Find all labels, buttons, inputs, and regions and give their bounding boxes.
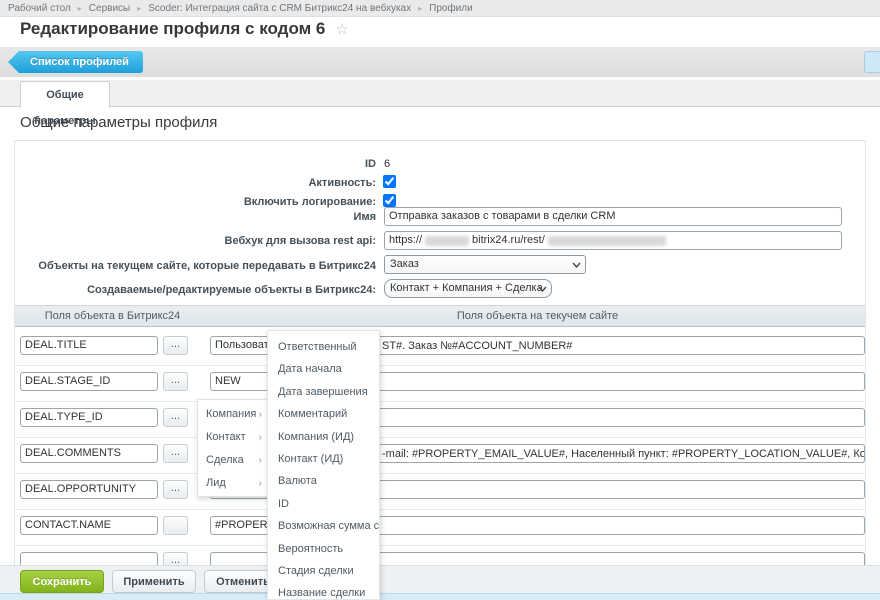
bottom-strip — [0, 593, 880, 600]
back-to-profile-list-button[interactable]: Список профилей — [8, 51, 143, 73]
activity-checkbox[interactable] — [383, 175, 396, 188]
menu-item-contact[interactable]: Контакт › — [198, 426, 267, 449]
chevron-down-icon — [538, 286, 547, 292]
menu-item-start-date[interactable]: Дата начала — [268, 358, 379, 380]
breadcrumb-item-module[interactable]: Scoder: Интеграция сайта с CRM Битрикс24… — [148, 3, 411, 14]
menu-item-label: Сделка — [206, 454, 244, 466]
menu-item-comment[interactable]: Комментарий — [268, 403, 379, 425]
field-picker-button[interactable] — [163, 516, 188, 535]
save-button[interactable]: Сохранить — [20, 570, 104, 593]
id-label: ID — [16, 158, 376, 170]
breadcrumb-separator-icon: ▸ — [78, 4, 82, 13]
favorite-star-icon[interactable]: ☆ — [335, 20, 348, 38]
logging-checkbox[interactable] — [383, 194, 396, 207]
mapping-table-header: Поля объекта в Битрикс24 Поля объекта на… — [15, 305, 865, 327]
action-bar: Сохранить Применить Отменить — [0, 565, 880, 593]
menu-item-opportunity[interactable]: Возможная сумма сделки — [268, 515, 379, 537]
menu-item-stage[interactable]: Стадия сделки — [268, 560, 379, 582]
field-picker-button[interactable]: ... — [163, 444, 188, 463]
b24-objects-select[interactable]: Контакт + Компания + Сделка — [384, 279, 552, 298]
submenu-arrow-icon: › — [259, 403, 262, 426]
b24-field-input[interactable]: DEAL.TITLE — [20, 336, 158, 355]
table-row: DEAL.TYPE_ID ... — [15, 402, 865, 438]
menu-item-responsible[interactable]: Ответственный — [268, 336, 379, 358]
breadcrumb-item-profiles[interactable]: Профили — [429, 3, 473, 14]
menu-item-label: Лид — [206, 477, 226, 489]
submenu-arrow-icon: › — [259, 449, 262, 472]
breadcrumb-item-services[interactable]: Сервисы — [89, 3, 130, 14]
name-input[interactable]: Отправка заказов с товарами в сделки CRM — [384, 207, 842, 226]
name-label: Имя — [16, 211, 376, 223]
menu-item-label: Контакт — [206, 431, 246, 443]
menu-item-end-date[interactable]: Дата завершения — [268, 381, 379, 403]
table-row: DEAL.COMMENTS ... -mail: #PROPERTY_EMAIL… — [15, 438, 865, 474]
column-header-b24-fields: Поля объекта в Битрикс24 — [15, 306, 210, 326]
b24-objects-selected-value: Контакт + Компания + Сделка — [390, 282, 543, 294]
redacted-segment — [425, 236, 469, 246]
b24-field-input[interactable]: DEAL.TYPE_ID — [20, 408, 158, 427]
b24-objects-label: Создаваемые/редактируемые объекты в Битр… — [16, 284, 376, 296]
menu-item-company-id[interactable]: Компания (ИД) — [268, 426, 379, 448]
table-row: DEAL.OPPORTUNITY ... — [15, 474, 865, 510]
breadcrumb-separator-icon: ▸ — [137, 4, 141, 13]
submenu-arrow-icon: › — [259, 472, 262, 495]
b24-field-input[interactable]: DEAL.STAGE_ID — [20, 372, 158, 391]
menu-item-lead[interactable]: Лид › — [198, 472, 267, 495]
chevron-down-icon — [572, 262, 581, 268]
menu-item-id[interactable]: ID — [268, 493, 379, 515]
menu-item-label: Компания — [206, 408, 256, 420]
site-field-value: NEW — [215, 373, 241, 390]
webhook-url-part: bitrix24.ru/rest/ — [472, 232, 545, 249]
menu-item-deal-title[interactable]: Название сделки — [268, 582, 379, 600]
field-picker-button[interactable]: ... — [163, 480, 188, 499]
breadcrumb-item-desktop[interactable]: Рабочий стол — [8, 3, 71, 14]
table-row: DEAL.TITLE ... Пользователь ST#. Заказ №… — [15, 330, 865, 366]
site-field-value-tail: ST#. Заказ №#ACCOUNT_NUMBER# — [382, 338, 572, 355]
field-picker-button[interactable]: ... — [163, 336, 188, 355]
b24-field-input[interactable]: DEAL.OPPORTUNITY — [20, 480, 158, 499]
site-field-value-tail: -mail: #PROPERTY_EMAIL_VALUE#, Населенны… — [382, 446, 865, 463]
menu-item-company[interactable]: Компания › — [198, 403, 267, 426]
menu-item-contact-id[interactable]: Контакт (ИД) — [268, 448, 379, 470]
breadcrumb: Рабочий стол ▸ Сервисы ▸ Scoder: Интегра… — [0, 0, 880, 17]
tab-general-params[interactable]: Общие параметры — [20, 81, 110, 108]
column-header-site-fields: Поля объекта на текучем сайте — [210, 306, 865, 326]
table-row: DEAL.STAGE_ID ... NEW — [15, 366, 865, 402]
activity-label: Активность: — [16, 177, 376, 189]
page-title: Редактирование профиля с кодом 6 — [20, 19, 325, 39]
menu-item-currency[interactable]: Валюта — [268, 470, 379, 492]
webhook-label: Вебхук для вызова rest api: — [16, 235, 376, 247]
apply-button[interactable]: Применить — [112, 570, 196, 593]
b24-field-input[interactable]: CONTACT.NAME — [20, 516, 158, 535]
logging-label: Включить логирование: — [16, 196, 376, 208]
webhook-input[interactable]: https:// bitrix24.ru/rest/ — [384, 231, 842, 250]
field-picker-button[interactable]: ... — [163, 372, 188, 391]
webhook-url-part: https:// — [389, 232, 422, 249]
id-value: 6 — [384, 158, 390, 170]
objects-context-menu: Компания › Контакт › Сделка › Лид › — [197, 399, 268, 497]
site-objects-label: Объекты на текущем сайте, которые переда… — [16, 260, 376, 272]
breadcrumb-separator-icon: ▸ — [418, 4, 422, 13]
site-objects-select[interactable]: Заказ — [384, 255, 586, 274]
menu-item-deal[interactable]: Сделка › — [198, 449, 267, 472]
field-picker-button[interactable]: ... — [163, 408, 188, 427]
redacted-segment — [548, 236, 666, 246]
panel-edge-button[interactable] — [864, 51, 880, 73]
b24-field-input[interactable]: DEAL.COMMENTS — [20, 444, 158, 463]
tab-strip — [0, 80, 880, 107]
submenu-arrow-icon: › — [259, 426, 262, 449]
admin-page: Рабочий стол ▸ Сервисы ▸ Scoder: Интегра… — [0, 0, 880, 600]
site-objects-selected-value: Заказ — [390, 258, 419, 270]
menu-item-probability[interactable]: Вероятность — [268, 538, 379, 560]
deal-fields-context-menu: Ответственный Дата начала Дата завершени… — [267, 330, 380, 600]
table-row: CONTACT.NAME #PROPERTY_ — [15, 510, 865, 546]
